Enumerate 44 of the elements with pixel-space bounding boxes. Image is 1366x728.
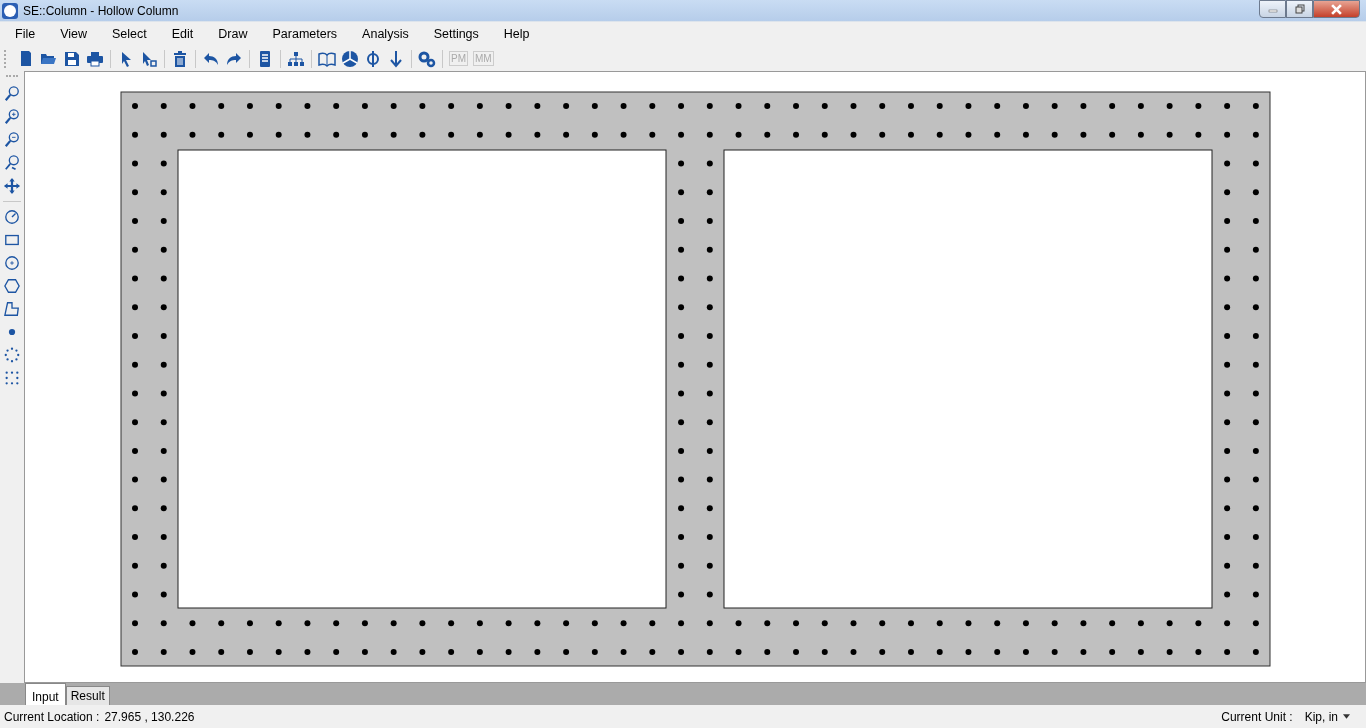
circle-icon[interactable] xyxy=(4,209,20,225)
phi-icon[interactable] xyxy=(364,49,382,68)
zoom-in-icon[interactable] xyxy=(4,109,20,125)
gears-icon[interactable] xyxy=(418,49,436,68)
zoom-previous-icon[interactable] xyxy=(4,155,20,171)
polygon-icon[interactable] xyxy=(4,301,20,317)
dot-grid-icon[interactable] xyxy=(4,370,20,386)
location-value: 27.965 , 130.226 xyxy=(104,709,195,724)
menu-item[interactable]: Draw xyxy=(218,27,248,41)
menu-item[interactable]: Analysis xyxy=(362,27,409,41)
dot-circle-icon[interactable] xyxy=(4,347,20,363)
rectangle-icon[interactable] xyxy=(4,232,20,248)
down-arrow-icon[interactable] xyxy=(387,49,405,68)
menu-item[interactable]: Parameters xyxy=(272,27,338,41)
menu-item[interactable]: File xyxy=(15,27,36,41)
menu-item[interactable]: Settings xyxy=(433,27,479,41)
menu-item[interactable]: View xyxy=(60,27,88,41)
save-icon[interactable] xyxy=(63,49,81,68)
trash-icon[interactable] xyxy=(171,49,189,68)
zoom-all-icon[interactable] xyxy=(4,86,20,102)
app-icon xyxy=(2,2,18,19)
minimize-button[interactable] xyxy=(1259,0,1286,18)
pan-icon[interactable] xyxy=(4,178,20,194)
unit-label: Current Unit : xyxy=(1221,709,1293,724)
menu-item[interactable]: Help xyxy=(503,27,530,41)
zoom-out-icon[interactable] xyxy=(4,132,20,148)
location-label: Current Location : xyxy=(4,709,100,724)
tab[interactable]: Input xyxy=(25,683,66,705)
menu-item[interactable]: Edit xyxy=(171,27,194,41)
pointer-box-icon[interactable] xyxy=(140,49,158,68)
print-icon[interactable] xyxy=(86,49,104,68)
restore-button[interactable] xyxy=(1286,0,1313,18)
hierarchy-icon[interactable] xyxy=(287,49,305,68)
restore-icon xyxy=(1294,4,1305,14)
unit-dropdown[interactable]: Kip, in xyxy=(1304,709,1360,724)
pie-icon[interactable] xyxy=(341,49,359,68)
hexagon-icon[interactable] xyxy=(4,278,20,294)
close-button[interactable] xyxy=(1313,0,1360,18)
menu-item[interactable]: Select xyxy=(112,27,147,41)
tab[interactable]: Result xyxy=(65,686,110,705)
window-title: SE::Column - Hollow Column xyxy=(23,3,179,18)
caret-icon xyxy=(1343,714,1350,719)
close-icon xyxy=(1331,3,1342,15)
circle-plus-icon[interactable] xyxy=(4,255,20,271)
